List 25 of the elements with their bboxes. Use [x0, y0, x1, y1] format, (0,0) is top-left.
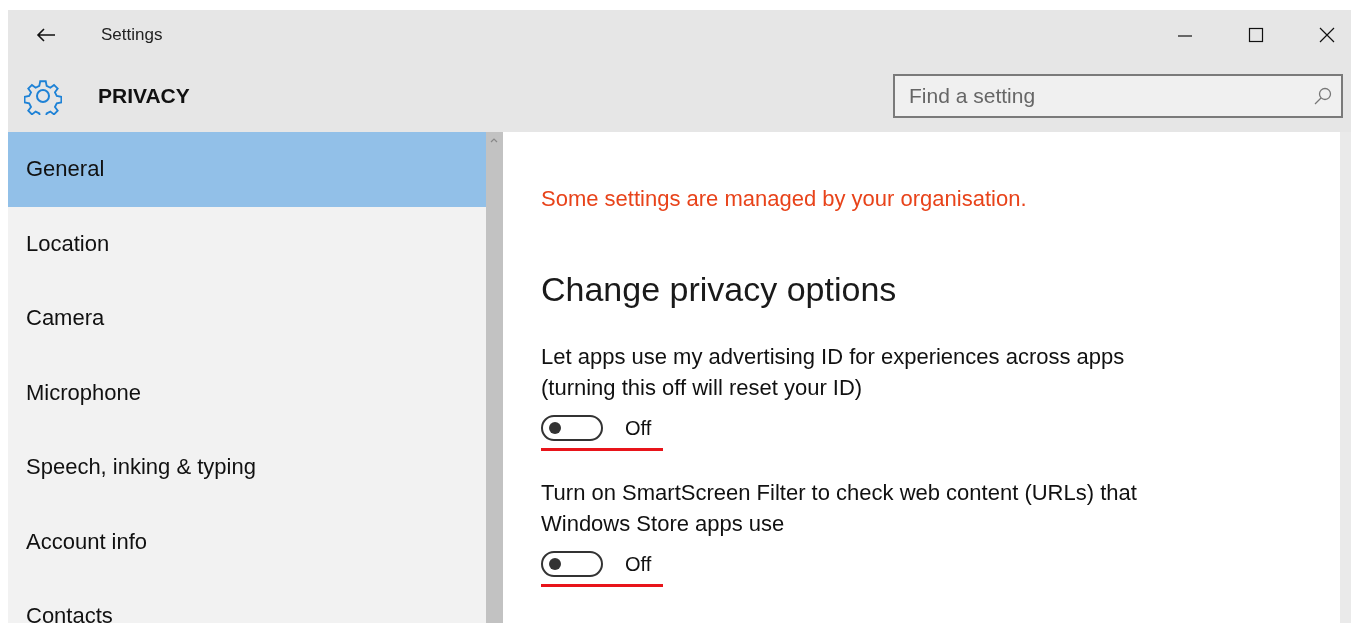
toggle-switch[interactable]	[541, 551, 603, 577]
close-icon[interactable]	[1319, 27, 1335, 43]
search-icon[interactable]	[1313, 86, 1333, 106]
sidebar-item[interactable]: Contacts	[8, 579, 486, 623]
back-arrow-icon[interactable]	[36, 27, 56, 43]
sidebar-item[interactable]: Camera	[8, 281, 486, 356]
maximize-icon[interactable]	[1248, 27, 1264, 43]
scrollbar[interactable]	[486, 132, 503, 623]
toggle-state-label: Off	[625, 552, 652, 576]
gear-icon	[24, 77, 62, 115]
sidebar-item[interactable]: Location	[8, 206, 486, 281]
toggle-switch[interactable]	[541, 415, 603, 441]
sidebar-item[interactable]: General	[8, 132, 486, 207]
page-title: PRIVACY	[98, 84, 190, 108]
managed-notice: Some settings are managed by your organisation.	[541, 186, 1028, 212]
search-field[interactable]: Find a setting	[893, 74, 1343, 118]
option-description: Turn on SmartScreen Filter to check web content (URLs) that Windows Store apps use	[541, 479, 1138, 538]
section-heading: Change privacy options	[541, 270, 898, 309]
option-description: Let apps use my advertising ID for experiences across apps (turning this off will reset your ID)	[541, 343, 1126, 402]
sidebar-item[interactable]: Account info	[8, 504, 486, 579]
sidebar-item[interactable]: Speech, inking & typing	[8, 430, 486, 505]
toggle-state-label: Off	[625, 416, 652, 440]
sidebar-item[interactable]: Microphone	[8, 355, 486, 430]
window-title: Settings	[101, 25, 163, 45]
scrollbar-track[interactable]	[1340, 132, 1351, 623]
